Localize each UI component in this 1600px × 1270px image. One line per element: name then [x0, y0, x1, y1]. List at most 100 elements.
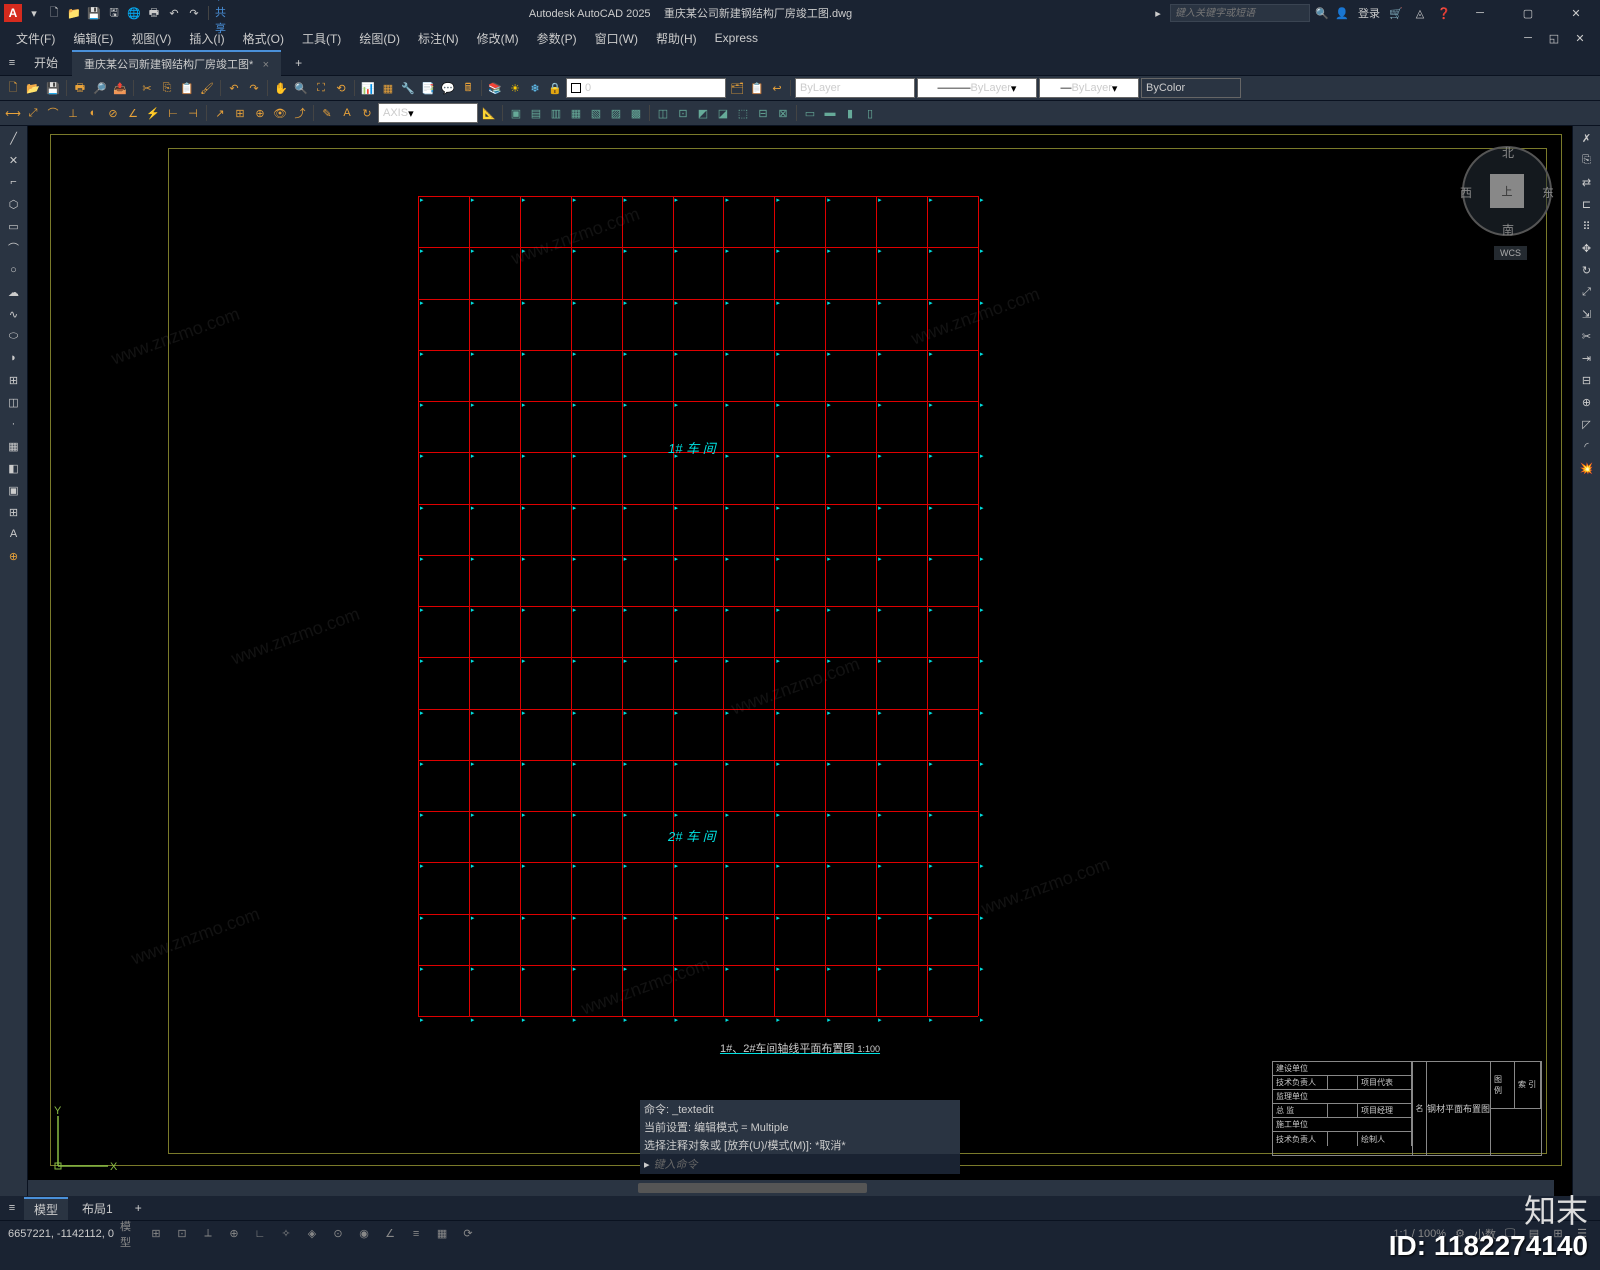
- rb-dimedit-icon[interactable]: ✎: [318, 104, 336, 122]
- sb-dyn-icon[interactable]: ⊕: [224, 1224, 244, 1244]
- rb-t5-icon[interactable]: ▧: [587, 104, 605, 122]
- explode-icon[interactable]: 💥: [1575, 458, 1599, 478]
- plotstyle-dropdown[interactable]: ByColor: [1141, 78, 1241, 98]
- offset-icon[interactable]: ⊏: [1575, 194, 1599, 214]
- rb-layermgr-icon[interactable]: 🗂: [728, 79, 746, 97]
- sb-iso-icon[interactable]: ◈: [302, 1224, 322, 1244]
- rb-dimarc-icon[interactable]: ⌒: [44, 104, 62, 122]
- compass-n[interactable]: 北: [1502, 144, 1514, 161]
- save-icon[interactable]: 💾: [86, 5, 102, 21]
- gradient-icon[interactable]: ◧: [2, 458, 26, 478]
- new-icon[interactable]: 🗋: [46, 5, 62, 21]
- maximize-button[interactable]: ▢: [1508, 0, 1548, 26]
- ellipse-icon[interactable]: ⬭: [2, 326, 26, 346]
- spline-icon[interactable]: ∿: [2, 304, 26, 324]
- rb-preview-icon[interactable]: 🔎: [91, 79, 109, 97]
- rb-paste-icon[interactable]: 📋: [178, 79, 196, 97]
- sb-grid-icon[interactable]: ⊞: [146, 1224, 166, 1244]
- extend-icon[interactable]: ⇥: [1575, 348, 1599, 368]
- rb-dimang-icon[interactable]: ∠: [124, 104, 142, 122]
- table-icon[interactable]: ⊞: [2, 502, 26, 522]
- command-input[interactable]: ▸ 键入命令: [640, 1154, 960, 1174]
- doc-close-button[interactable]: ✕: [1568, 28, 1592, 48]
- rb-zoomwin-icon[interactable]: ⛶: [312, 79, 330, 97]
- copy2-icon[interactable]: ⎘: [1575, 150, 1599, 170]
- scale-icon[interactable]: ⤢: [1575, 282, 1599, 302]
- rb-dimupd-icon[interactable]: ↻: [358, 104, 376, 122]
- rb-inspect-icon[interactable]: 👁: [271, 104, 289, 122]
- rb-center-icon[interactable]: ⊕: [251, 104, 269, 122]
- rb-sun-icon[interactable]: ☀: [506, 79, 524, 97]
- rb-sheet-icon[interactable]: 📑: [419, 79, 437, 97]
- rb-design-icon[interactable]: ▦: [379, 79, 397, 97]
- horizontal-scrollbar[interactable]: [28, 1180, 1554, 1196]
- layer-dropdown[interactable]: 0: [566, 78, 726, 98]
- rb-t16-icon[interactable]: ▬: [821, 104, 839, 122]
- mtext-icon[interactable]: A: [2, 524, 26, 544]
- menu-modify[interactable]: 修改(M): [469, 28, 527, 49]
- rb-save-icon[interactable]: 💾: [44, 79, 62, 97]
- sb-osnap-icon[interactable]: ⊙: [328, 1224, 348, 1244]
- rb-zoomprev-icon[interactable]: ⟲: [332, 79, 350, 97]
- minimize-button[interactable]: ─: [1460, 0, 1500, 26]
- rb-tol-icon[interactable]: ⊞: [231, 104, 249, 122]
- rb-layerstate-icon[interactable]: 📋: [748, 79, 766, 97]
- rotate-icon[interactable]: ↻: [1575, 260, 1599, 280]
- rb-layer-icon[interactable]: 📚: [486, 79, 504, 97]
- sb-3dosnap-icon[interactable]: ◉: [354, 1224, 374, 1244]
- menu-express[interactable]: Express: [707, 29, 766, 47]
- region-icon[interactable]: ▣: [2, 480, 26, 500]
- search-input[interactable]: [1170, 4, 1310, 22]
- rb-layerprev-icon[interactable]: ↩: [768, 79, 786, 97]
- menu-dropdown-icon[interactable]: ▾: [26, 5, 42, 21]
- move-icon[interactable]: ✥: [1575, 238, 1599, 258]
- sb-polar-icon[interactable]: ✧: [276, 1224, 296, 1244]
- sb-transp-icon[interactable]: ▦: [432, 1224, 452, 1244]
- rb-t14-icon[interactable]: ⊠: [774, 104, 792, 122]
- rb-t1-icon[interactable]: ▣: [507, 104, 525, 122]
- rb-dimted-icon[interactable]: A: [338, 104, 356, 122]
- apps-icon[interactable]: ◬: [1412, 5, 1428, 21]
- sb-infer-icon[interactable]: ⟂: [198, 1224, 218, 1244]
- help-icon[interactable]: ❓: [1436, 5, 1452, 21]
- wcs-badge[interactable]: WCS: [1494, 246, 1527, 260]
- menu-view[interactable]: 视图(V): [123, 28, 179, 49]
- rb-t13-icon[interactable]: ⊟: [754, 104, 772, 122]
- undo-icon[interactable]: ↶: [166, 5, 182, 21]
- view-cube-top[interactable]: 上: [1490, 174, 1524, 208]
- tab-start[interactable]: 开始: [22, 50, 70, 75]
- array-icon[interactable]: ⠿: [1575, 216, 1599, 236]
- revcloud-icon[interactable]: ☁: [2, 282, 26, 302]
- block-icon[interactable]: ◫: [2, 392, 26, 412]
- doc-minimize-button[interactable]: ─: [1516, 28, 1540, 48]
- tab-doc[interactable]: 重庆某公司新建钢结构厂房竣工图* ×: [72, 50, 281, 76]
- tab-add[interactable]: +: [283, 52, 314, 74]
- compass-e[interactable]: 东: [1542, 184, 1554, 201]
- rb-t4-icon[interactable]: ▦: [567, 104, 585, 122]
- sb-model-button[interactable]: 模型: [120, 1224, 140, 1244]
- app-logo[interactable]: A: [4, 4, 22, 22]
- menu-file[interactable]: 文件(F): [8, 28, 63, 49]
- rb-t10-icon[interactable]: ◩: [694, 104, 712, 122]
- rb-zoom-icon[interactable]: 🔍: [292, 79, 310, 97]
- login-button[interactable]: 登录: [1358, 5, 1380, 21]
- rb-calc-icon[interactable]: 🖩: [459, 79, 477, 97]
- menu-draw[interactable]: 绘图(D): [351, 28, 408, 49]
- sb-cycle-icon[interactable]: ⟳: [458, 1224, 478, 1244]
- menu-help[interactable]: 帮助(H): [648, 28, 705, 49]
- rb-freeze-icon[interactable]: ❄: [526, 79, 544, 97]
- rb-publish-icon[interactable]: 📤: [111, 79, 129, 97]
- rb-markup-icon[interactable]: 💬: [439, 79, 457, 97]
- scroll-thumb[interactable]: [638, 1183, 867, 1193]
- linetype-dropdown[interactable]: ——— ByLayer ▾: [917, 78, 1037, 98]
- rb-dimdia-icon[interactable]: ⊘: [104, 104, 122, 122]
- menu-edit[interactable]: 编辑(E): [65, 28, 121, 49]
- chamfer-icon[interactable]: ◸: [1575, 414, 1599, 434]
- sb-snap-icon[interactable]: ⊡: [172, 1224, 192, 1244]
- share-icon[interactable]: ✈ 共享: [215, 5, 231, 21]
- color-dropdown[interactable]: ByLayer: [795, 78, 915, 98]
- menu-window[interactable]: 窗口(W): [587, 28, 646, 49]
- rb-redo2-icon[interactable]: ↷: [245, 79, 263, 97]
- redo-icon[interactable]: ↷: [186, 5, 202, 21]
- sb-lweight-icon[interactable]: ≡: [406, 1224, 426, 1244]
